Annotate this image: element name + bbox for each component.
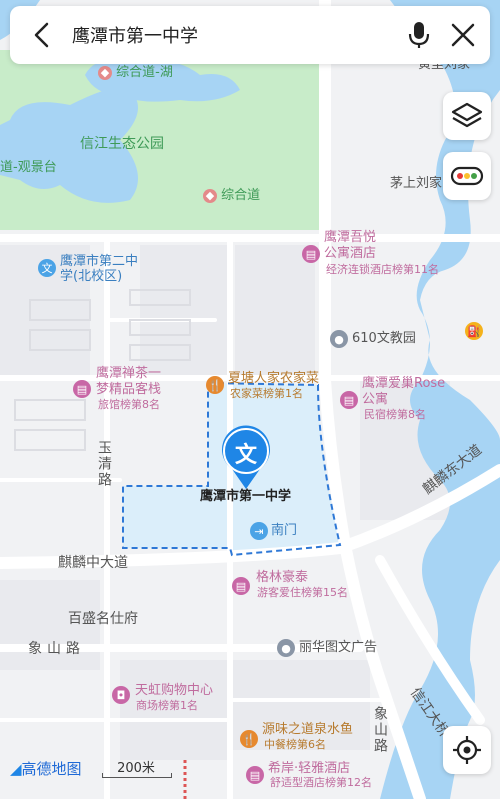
crosshair-icon — [453, 736, 481, 764]
traffic-light-icon — [450, 166, 484, 186]
park-label-trail: ◆ 综合道 — [203, 188, 260, 204]
restaurant-icon: 🍴 — [240, 730, 258, 748]
hotel-icon: ▤ — [340, 391, 358, 409]
logo-arrow-icon: ◢ — [10, 760, 22, 778]
place-label-maoshang: 茅上刘家 — [390, 176, 443, 191]
scale-bar-line — [102, 773, 172, 778]
road-label-yuqing: 玉清路 — [96, 440, 112, 488]
poi-baisheng-mingshifu[interactable]: 百盛名仕府 — [68, 611, 138, 627]
hotel-icon: ▤ — [232, 577, 250, 595]
entrance-icon: ⇥ — [250, 522, 268, 540]
park-name: 信江生态公园 — [80, 136, 164, 152]
school-name-label: 鹰潭市第一中学 — [200, 489, 292, 504]
layers-icon — [451, 102, 483, 128]
hotel-icon: ▤ — [73, 380, 91, 398]
back-arrow-icon[interactable] — [28, 20, 58, 50]
trail-icon: ◆ — [203, 188, 217, 203]
road-label-xiangshan-vertical: 象山路 — [372, 706, 388, 754]
close-icon[interactable] — [448, 20, 478, 50]
traffic-button[interactable] — [443, 152, 491, 200]
park-label-viewpoint: 道-观景台 — [0, 160, 57, 175]
school-pin-glyph: 文 — [234, 443, 257, 468]
school-icon: 文 — [38, 259, 56, 277]
gas-station-icon[interactable]: ⛽ — [465, 322, 483, 340]
search-query[interactable]: 鹰潭市第一中学 — [72, 22, 198, 48]
map-canvas[interactable]: ◆ 综合道-湖 信江生态公园 道-观景台 ◆ 综合道 黄里刘家 茅上刘家 文 鹰… — [0, 0, 500, 799]
locate-me-button[interactable] — [443, 726, 491, 774]
location-icon: ● — [330, 330, 348, 348]
park-label-lake-trail: ◆ 综合道-湖 — [98, 65, 173, 81]
scale-bar: 200米 — [102, 757, 172, 778]
shopping-icon: ◘ — [112, 686, 130, 704]
layers-button[interactable] — [443, 92, 491, 140]
location-icon: ● — [277, 639, 295, 657]
trail-icon: ◆ — [98, 65, 112, 80]
hotel-icon: ▤ — [302, 245, 320, 263]
microphone-icon[interactable] — [405, 20, 433, 50]
hotel-icon: ▤ — [246, 766, 264, 784]
amap-logo: ◢高德地图 — [10, 760, 82, 778]
road-label-qilin-middle: 麒麟中大道 — [58, 555, 128, 571]
restaurant-icon: 🍴 — [206, 376, 224, 394]
road-label-xiangshan-horizontal: 象山路 — [28, 641, 85, 657]
search-bar[interactable]: 鹰潭市第一中学 — [10, 6, 490, 64]
